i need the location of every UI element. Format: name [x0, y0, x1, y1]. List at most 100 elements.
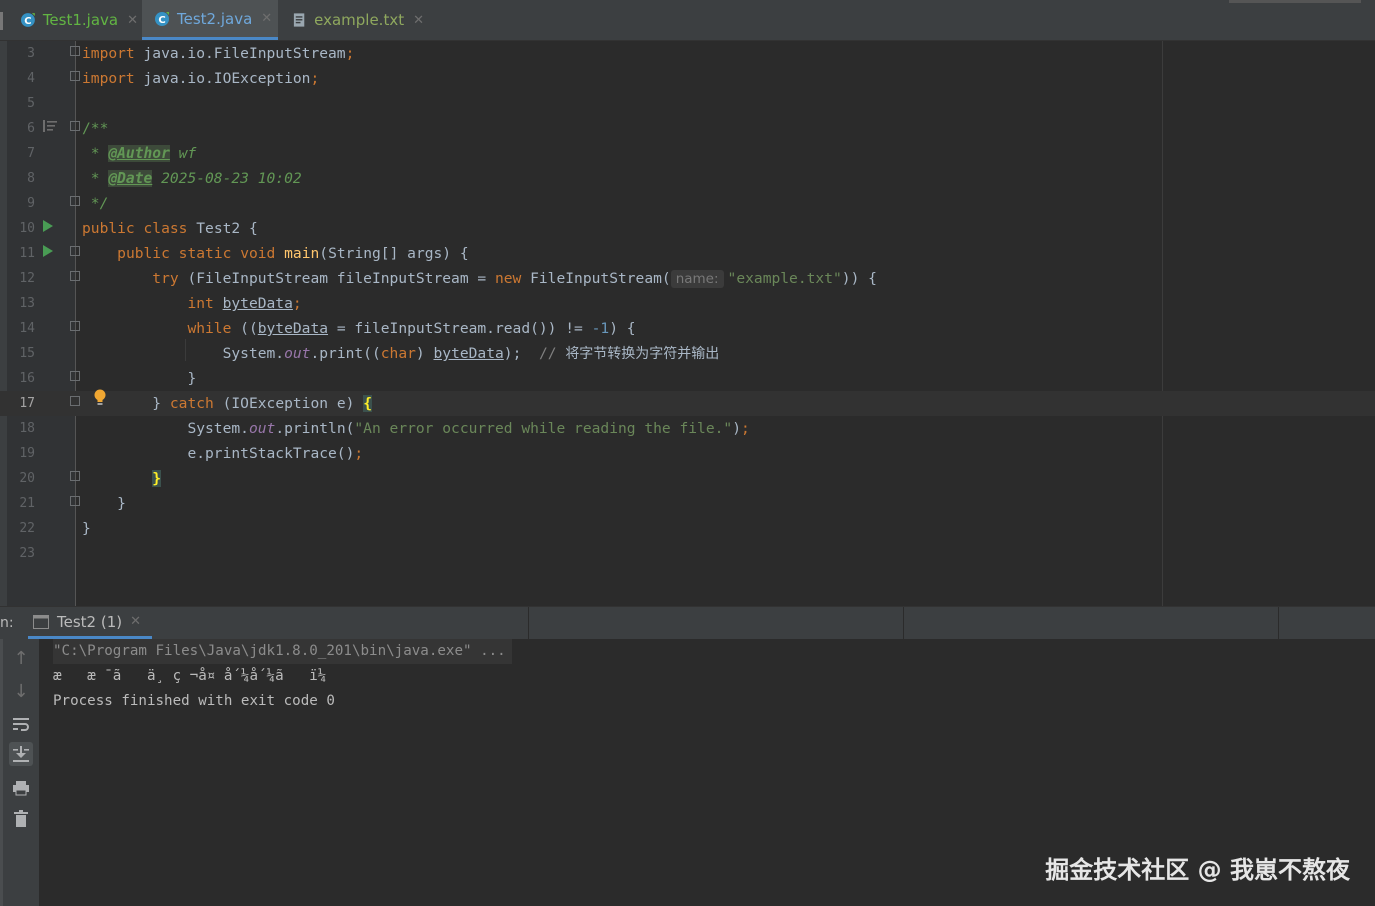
run-toolbar-edge [0, 639, 3, 906]
line-number: 16 [19, 371, 35, 386]
close-icon[interactable]: ✕ [127, 13, 138, 28]
code-text: int byteData; [187, 295, 302, 312]
java-class-icon: C [155, 11, 169, 26]
code-line: 15 System.out.print((char) byteData); //… [0, 341, 1375, 366]
code-text: } [117, 495, 126, 512]
run-tab-test2[interactable]: Test2 (1) ✕ [28, 607, 152, 639]
code-line: 13 int byteData; [0, 291, 1375, 316]
header-divider [903, 607, 904, 639]
close-icon[interactable]: ✕ [413, 13, 424, 28]
code-text: } [82, 520, 91, 537]
code-text: System.out.print((char) byteData); // 将字… [222, 345, 720, 362]
fold-marker-icon[interactable] [70, 196, 80, 206]
svg-text:C: C [24, 16, 31, 27]
line-number: 13 [19, 296, 35, 311]
code-line: 9 */ [0, 191, 1375, 216]
code-text: */ [82, 195, 109, 212]
line-number: 10 [19, 221, 35, 236]
code-text: public class Test2 { [82, 220, 258, 237]
tab-label: Test2.java [177, 9, 253, 28]
close-icon[interactable]: ✕ [130, 614, 141, 629]
fold-marker-icon[interactable] [70, 71, 80, 81]
line-number: 5 [27, 96, 35, 111]
command-line: "C:\Program Files\Java\jdk1.8.0_201\bin\… [53, 639, 512, 664]
soft-wrap-icon[interactable] [9, 712, 33, 736]
text-file-icon [293, 13, 305, 27]
tab-bar-scroll-indicator [1229, 0, 1361, 3]
code-line: 20 } [0, 466, 1375, 491]
code-line: 12 try (FileInputStream fileInputStream … [0, 266, 1375, 291]
code-line: 8 * @Date 2025-08-23 10:02 [0, 166, 1375, 191]
tab-label: example.txt [314, 11, 405, 29]
up-arrow-icon[interactable]: ↑ [9, 646, 33, 670]
code-text: } [187, 370, 197, 387]
run-panel-label: n: [0, 615, 14, 631]
fold-marker-icon[interactable] [70, 121, 80, 131]
fold-marker-icon[interactable] [70, 496, 80, 506]
code-line: 21 } [0, 491, 1375, 516]
fold-marker-icon[interactable] [70, 471, 80, 481]
tab-test2-java[interactable]: C Test2.java ✕ [142, 0, 278, 40]
code-text: public static void main(String[] args) { [117, 245, 469, 262]
code-text: /** [82, 120, 109, 137]
close-icon[interactable]: ✕ [261, 11, 272, 26]
down-arrow-icon[interactable]: ↓ [9, 679, 33, 703]
line-number: 7 [27, 146, 35, 161]
render-doc-icon[interactable] [42, 119, 58, 133]
code-line: 19 e.printStackTrace(); [0, 441, 1375, 466]
line-number: 18 [19, 421, 35, 436]
line-number: 21 [19, 496, 35, 511]
console-line: Process finished with exit code 0 [53, 693, 335, 709]
fold-marker-icon[interactable] [70, 246, 80, 256]
trash-icon[interactable] [9, 807, 33, 831]
console-output[interactable]: "C:\Program Files\Java\jdk1.8.0_201\bin\… [53, 639, 1353, 714]
code-text: } catch (IOException e) { [152, 395, 372, 412]
line-number: 22 [19, 521, 35, 536]
line-number: 11 [19, 246, 35, 261]
code-text: System.out.println("An error occurred wh… [187, 420, 750, 437]
line-number: 17 [19, 396, 35, 411]
tab-example-txt[interactable]: example.txt ✕ [284, 0, 424, 40]
java-class-icon: C [20, 13, 35, 27]
tab-test1-java[interactable]: C Test1.java ✕ [14, 0, 138, 40]
fold-marker-icon[interactable] [70, 46, 80, 56]
line-number: 23 [19, 546, 35, 561]
tab-bar-edge [0, 12, 3, 30]
line-number: 3 [27, 46, 35, 61]
line-number: 8 [27, 171, 35, 186]
print-icon[interactable] [9, 776, 33, 800]
fold-marker-icon[interactable] [70, 371, 80, 381]
line-number: 12 [19, 271, 35, 286]
lightbulb-icon[interactable] [93, 389, 107, 407]
fold-marker-icon[interactable] [70, 271, 80, 281]
console-line: æ æ ¯ã ä¸ ç ¬å¤ å´¼å´¼ã ï¼ [53, 668, 327, 684]
code-line: 14 while ((byteData = fileInputStream.re… [0, 316, 1375, 341]
line-number: 15 [19, 346, 35, 361]
scroll-to-end-icon[interactable] [9, 742, 33, 766]
fold-marker-icon[interactable] [70, 396, 80, 406]
run-gutter-icon[interactable] [43, 245, 53, 257]
code-line: 23 [0, 541, 1375, 566]
code-text: * @Author wf [82, 145, 197, 162]
code-text: import java.io.IOException; [82, 70, 320, 87]
code-line: 11 public static void main(String[] args… [0, 241, 1375, 266]
run-tab-label: Test2 (1) [57, 612, 123, 631]
code-text: } [152, 470, 162, 487]
console-line: "C:\Program Files\Java\jdk1.8.0_201\bin\… [53, 639, 1353, 664]
code-text: try (FileInputStream fileInputStream = n… [152, 270, 877, 288]
watermark-text: 掘金技术社区 @ 我崽不熬夜 [1045, 856, 1350, 884]
run-gutter-icon[interactable] [43, 220, 53, 232]
code-line: 10 public class Test2 { [0, 216, 1375, 241]
line-number: 6 [27, 121, 35, 136]
line-number: 19 [19, 446, 35, 461]
code-text: e.printStackTrace(); [187, 445, 364, 462]
code-line: 22 } [0, 516, 1375, 541]
run-tool-window-header: n: Test2 (1) ✕ [0, 606, 1375, 639]
fold-marker-icon[interactable] [70, 321, 80, 331]
code-line: 18 System.out.println("An error occurred… [0, 416, 1375, 441]
indent-guide [185, 339, 186, 361]
code-editor[interactable]: 3 import java.io.FileInputStream; 4 impo… [0, 41, 1375, 606]
parameter-hint: name: [670, 270, 724, 288]
code-line: 16 } [0, 366, 1375, 391]
line-number: 4 [27, 71, 35, 86]
